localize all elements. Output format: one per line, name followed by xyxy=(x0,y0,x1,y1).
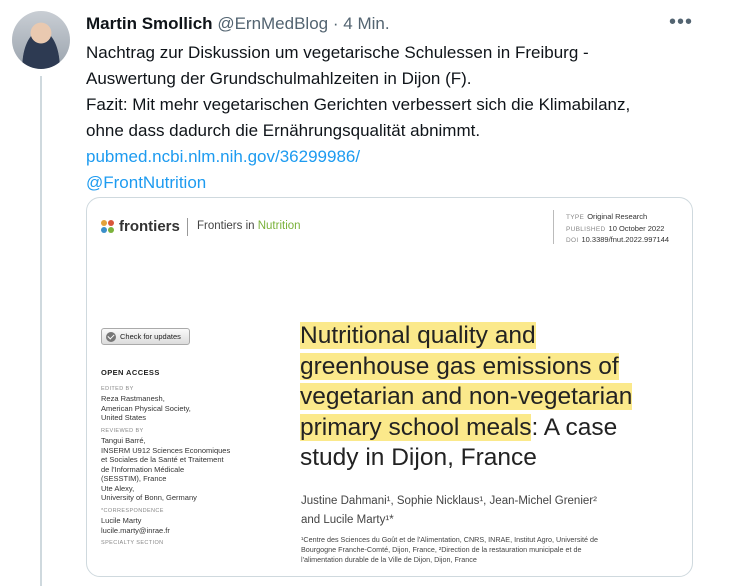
article-preview-card[interactable]: frontiers Frontiers in Nutrition TYPE Ori… xyxy=(86,197,693,577)
article-meta: TYPE Original Research PUBLISHED 10 Octobe… xyxy=(566,212,669,247)
thread-line xyxy=(40,76,42,586)
tweet-header: Martin Smollich @ErnMedBlog · 4 Min. xyxy=(86,13,390,35)
separator-dot: · xyxy=(332,14,339,33)
reviewed-by-label: REVIEWED BY xyxy=(101,427,144,434)
tweet-text-line: ohne dass dadurch die Ernährungsqualität… xyxy=(86,121,481,140)
correspondence-label: *CORRESPONDENCE xyxy=(101,507,164,514)
tweet-text: Nachtrag zur Diskussion um vegetarische … xyxy=(86,40,706,196)
meta-doi-value: 10.3389/fnut.2022.997144 xyxy=(581,235,670,244)
journal-suffix: Nutrition xyxy=(257,220,301,232)
title-text: : A case xyxy=(531,413,618,441)
check-circle-icon xyxy=(106,331,116,342)
frontiers-logo-icon xyxy=(101,219,115,234)
reviewed-by-value: Tangui Barré, INSERM U912 Sciences Econo… xyxy=(101,436,231,502)
author-name[interactable]: Martin Smollich xyxy=(86,14,213,33)
edited-by-label: EDITED BY xyxy=(101,385,134,392)
pubmed-link[interactable]: pubmed.ncbi.nlm.nih.gov/36299986/ xyxy=(86,144,706,170)
specialty-section-label: SPECIALTY SECTION xyxy=(101,540,164,546)
meta-type-value: Original Research xyxy=(587,212,648,221)
check-for-updates-label: Check for updates xyxy=(120,332,181,341)
frontiers-logo: frontiers xyxy=(101,218,180,235)
meta-type-label: TYPE xyxy=(566,214,585,221)
article-sidebar: OPEN ACCESS EDITED BY Reza Rastmanesh, A… xyxy=(101,368,261,549)
more-horizontal-icon[interactable]: ••• xyxy=(669,12,693,32)
journal-name: Frontiers in Nutrition xyxy=(197,220,301,232)
meta-published-label: PUBLISHED xyxy=(566,225,606,233)
journal-prefix: Frontiers in xyxy=(197,220,258,232)
open-access-label: OPEN ACCESS xyxy=(101,368,160,377)
paper-title: Nutritional quality and greenhouse gas e… xyxy=(300,321,690,474)
logo-divider xyxy=(187,218,188,236)
tweet-text-line: Fazit: Mit mehr vegetarischen Gerichten … xyxy=(86,95,631,114)
paper-authors: Justine Dahmani¹, Sophie Nicklaus¹, Jean… xyxy=(301,495,597,526)
check-for-updates-button[interactable]: Check for updates xyxy=(101,328,190,345)
meta-doi-label: DOI xyxy=(566,237,579,244)
tweet-text-line: Auswertung der Grundschulmahlzeiten in D… xyxy=(86,69,472,88)
tweet-timestamp[interactable]: 4 Min. xyxy=(343,14,389,33)
avatar[interactable] xyxy=(12,11,70,69)
correspondence-value: Lucile Marty lucile.marty@inrae.fr xyxy=(101,516,170,535)
publisher-name: frontiers xyxy=(119,218,180,235)
title-highlight: vegetarian and non-vegetarian xyxy=(300,383,633,410)
title-highlight: greenhouse gas emissions of xyxy=(300,352,619,380)
author-handle[interactable]: @ErnMedBlog xyxy=(217,14,328,33)
title-highlight: primary school meals xyxy=(300,413,532,441)
meta-published-value: 10 October 2022 xyxy=(608,223,665,233)
edited-by-value: Reza Rastmanesh, American Physical Socie… xyxy=(101,394,191,422)
title-text: study in Dijon, France xyxy=(300,444,537,471)
tweet-text-line: Nachtrag zur Diskussion um vegetarische … xyxy=(86,43,589,62)
mention-link[interactable]: @FrontNutrition xyxy=(86,170,706,196)
meta-divider xyxy=(553,210,554,244)
paper-affiliations: ¹Centre des Sciences du Goût et de l'Ali… xyxy=(301,535,598,564)
title-highlight: Nutritional quality and xyxy=(300,322,536,349)
